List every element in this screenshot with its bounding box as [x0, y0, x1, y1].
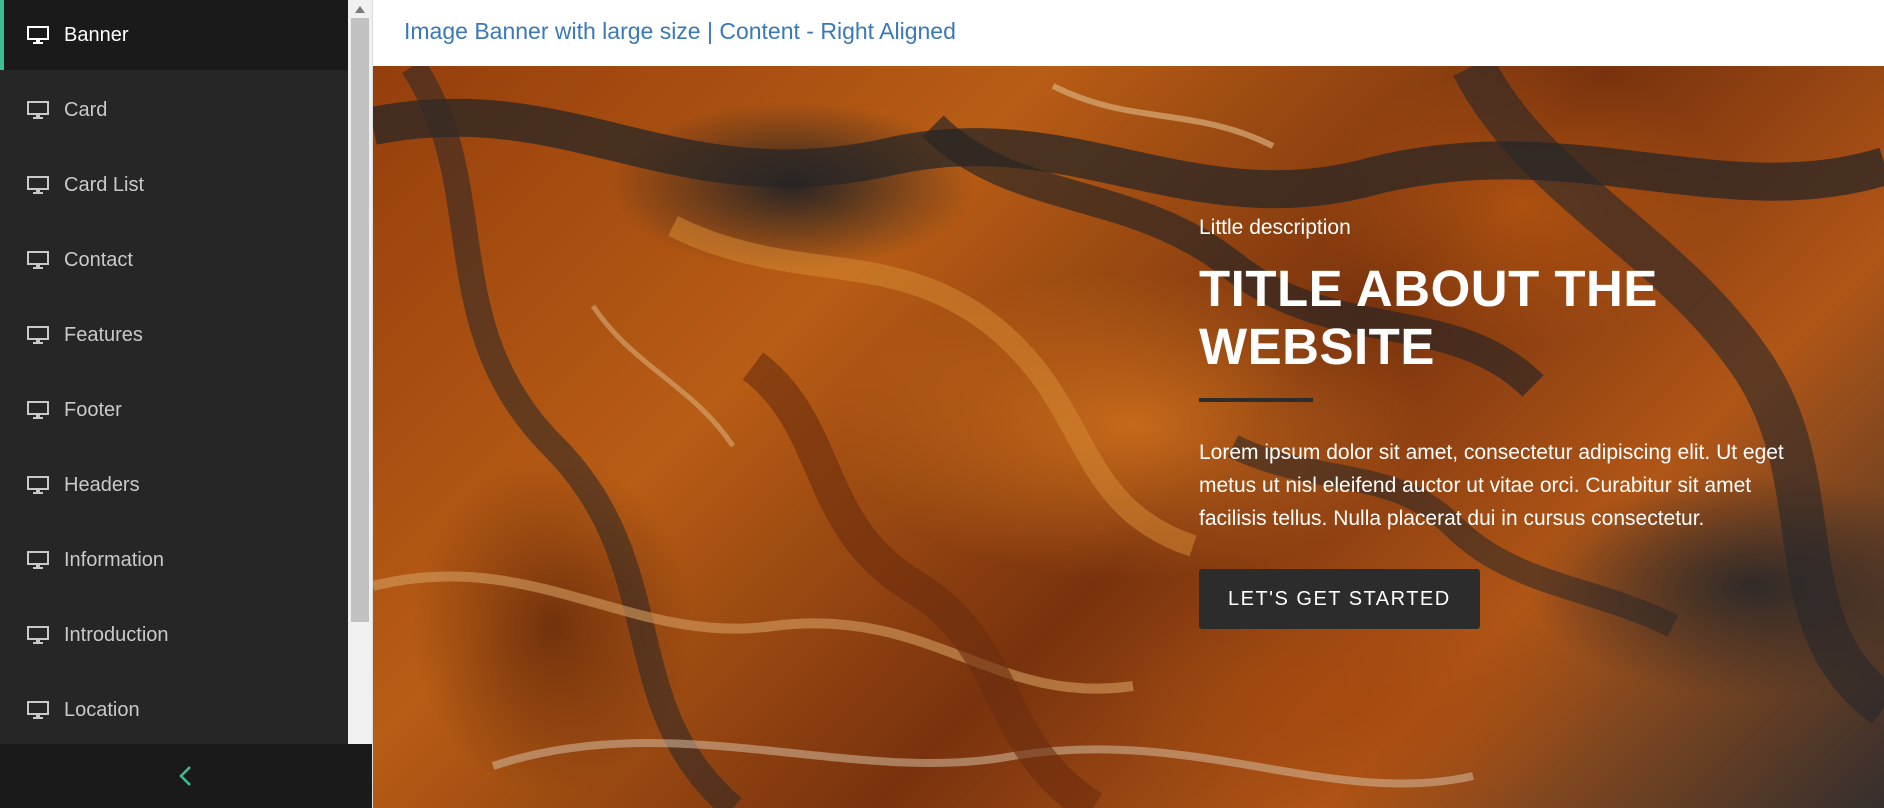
sidebar-scrollbar[interactable] [348, 0, 372, 744]
sidebar-item-card[interactable]: Card [0, 75, 348, 145]
monitor-icon [27, 326, 49, 344]
banner-headline-line: WEBSITE [1199, 318, 1435, 375]
sidebar-item-banner[interactable]: Banner [0, 0, 348, 70]
sidebar-item-introduction[interactable]: Introduction [0, 600, 348, 670]
sidebar-item-card-list[interactable]: Card List [0, 150, 348, 220]
image-banner: Little description TITLE ABOUT THE WEBSI… [373, 66, 1884, 808]
scrollbar-thumb[interactable] [351, 18, 369, 622]
sidebar-item-label: Information [64, 548, 165, 571]
banner-headline-line: TITLE ABOUT THE [1199, 260, 1658, 317]
sidebar-item-label: Card [64, 98, 108, 121]
sidebar-item-label: Contact [64, 248, 133, 271]
sidebar-item-location[interactable]: Location [0, 675, 348, 744]
monitor-icon [27, 101, 49, 119]
sidebar-nav: Banner Card Card List Contact Features F… [0, 0, 348, 744]
sidebar-item-label: Footer [64, 398, 122, 421]
sidebar-item-features[interactable]: Features [0, 300, 348, 370]
sidebar-item-headers[interactable]: Headers [0, 450, 348, 520]
chevron-left-icon [179, 766, 191, 786]
sidebar-item-label: Introduction [64, 623, 169, 646]
banner-content: Little description TITLE ABOUT THE WEBSI… [1199, 216, 1789, 629]
sidebar-item-contact[interactable]: Contact [0, 225, 348, 295]
sidebar-collapse-button[interactable] [0, 744, 372, 808]
banner-eyebrow: Little description [1199, 216, 1351, 239]
sidebar-item-label: Features [64, 323, 143, 346]
monitor-icon [27, 551, 49, 569]
banner-headline: TITLE ABOUT THE WEBSITE [1199, 260, 1789, 376]
page-title: Image Banner with large size | Content -… [404, 18, 956, 44]
monitor-icon [27, 701, 49, 719]
sidebar-item-footer[interactable]: Footer [0, 375, 348, 445]
sidebar-item-information[interactable]: Information [0, 525, 348, 595]
sidebar-item-label: Headers [64, 473, 140, 496]
monitor-icon [27, 401, 49, 419]
main-content: Image Banner with large size | Content -… [372, 0, 1884, 808]
monitor-icon [27, 476, 49, 494]
sidebar-item-label: Location [64, 698, 140, 721]
monitor-icon [27, 251, 49, 269]
sidebar-item-label: Card List [64, 173, 145, 196]
banner-divider [1199, 398, 1313, 402]
monitor-icon [27, 176, 49, 194]
scroll-up-arrow-icon[interactable] [348, 0, 372, 18]
sidebar: Banner Card Card List Contact Features F… [0, 0, 372, 808]
monitor-icon [27, 26, 49, 44]
banner-body-text: Lorem ipsum dolor sit amet, consectetur … [1199, 441, 1784, 530]
get-started-button[interactable]: LET'S GET STARTED [1199, 569, 1480, 629]
sidebar-item-label: Banner [64, 23, 129, 46]
monitor-icon [27, 626, 49, 644]
